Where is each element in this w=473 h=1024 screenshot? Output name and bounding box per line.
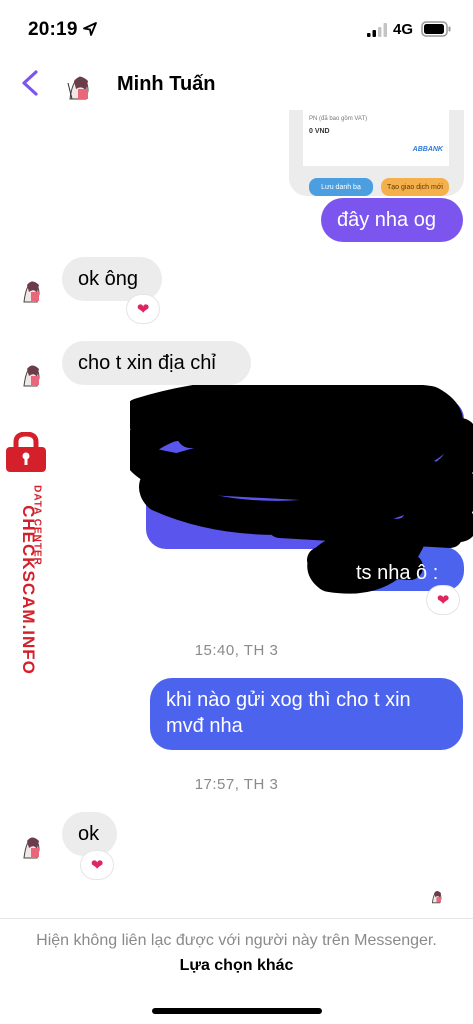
message-outgoing[interactable]: ts nha ô : <box>356 563 438 583</box>
avatar <box>23 837 40 859</box>
notice-text: Hiện không liên lạc được với người này t… <box>36 932 437 949</box>
status-time: 20:19 <box>28 19 78 40</box>
message-text: đây nha og <box>337 209 436 231</box>
status-bar: 20:19 4G <box>0 0 473 54</box>
reaction-emoji: ❤ <box>136 301 150 318</box>
new-transaction-button[interactable]: Tạo giao dịch mới <box>381 178 449 196</box>
message-text: ts nha ô : <box>356 562 439 584</box>
heart-reaction-icon[interactable]: ❤ <box>427 586 459 614</box>
signal-icon <box>367 23 387 37</box>
watermark: DATA CENTER CHECKSCAM.INFO <box>0 432 52 675</box>
reaction-emoji: ❤ <box>90 857 104 874</box>
save-contact-button[interactable]: Lưu danh bạ <box>309 178 373 196</box>
location-arrow-icon <box>83 22 97 36</box>
timestamp: 15:40, TH 3 <box>194 642 279 659</box>
footer-divider <box>0 918 473 919</box>
other-options-link[interactable]: Lựa chọn khác <box>180 957 294 974</box>
home-indicator[interactable] <box>152 1008 322 1014</box>
heart-reaction-icon[interactable]: ❤ <box>81 851 113 879</box>
back-chevron-icon[interactable] <box>18 68 42 98</box>
message-text: ok <box>78 823 100 845</box>
message-text: khi nào gửi xog thì cho t xin mvđ nha <box>166 689 411 737</box>
seen-avatar <box>431 890 442 904</box>
message-incoming[interactable]: cho t xin địa chỉ <box>62 341 251 385</box>
shared-transfer-card[interactable]: PN (đã bao gồm VAT) 0 VND ABBANK Lưu dan… <box>289 110 464 196</box>
reaction-emoji: ❤ <box>436 592 450 609</box>
timestamp: 17:57, TH 3 <box>194 776 279 793</box>
avatar <box>23 281 40 303</box>
bank-logo: ABBANK <box>412 146 443 153</box>
lock-icon <box>6 432 46 472</box>
card-amount: 0 VND <box>309 128 330 135</box>
card-fee-label: PN (đã bao gồm VAT) <box>309 116 368 122</box>
watermark-main: CHECKSCAM.INFO <box>19 505 38 675</box>
network-label: 4G <box>393 21 414 38</box>
message-text: ok ông <box>78 268 139 290</box>
message-incoming[interactable]: ok <box>62 812 117 856</box>
heart-reaction-icon[interactable]: ❤ <box>127 295 159 323</box>
card-receipt: PN (đã bao gồm VAT) 0 VND ABBANK <box>303 110 449 166</box>
contact-name[interactable]: Minh Tuấn <box>117 73 216 96</box>
avatar[interactable] <box>62 69 98 105</box>
message-text: cho t xin địa chỉ <box>78 352 216 374</box>
unavailable-notice: Hiện không liên lạc được với người này t… <box>30 928 443 978</box>
avatar <box>23 365 40 387</box>
battery-icon <box>421 21 451 37</box>
chat-header: Minh Tuấn <box>0 54 473 112</box>
message-outgoing[interactable]: đây nha og <box>321 198 463 242</box>
message-outgoing[interactable]: khi nào gửi xog thì cho t xin mvđ nha <box>150 678 463 750</box>
